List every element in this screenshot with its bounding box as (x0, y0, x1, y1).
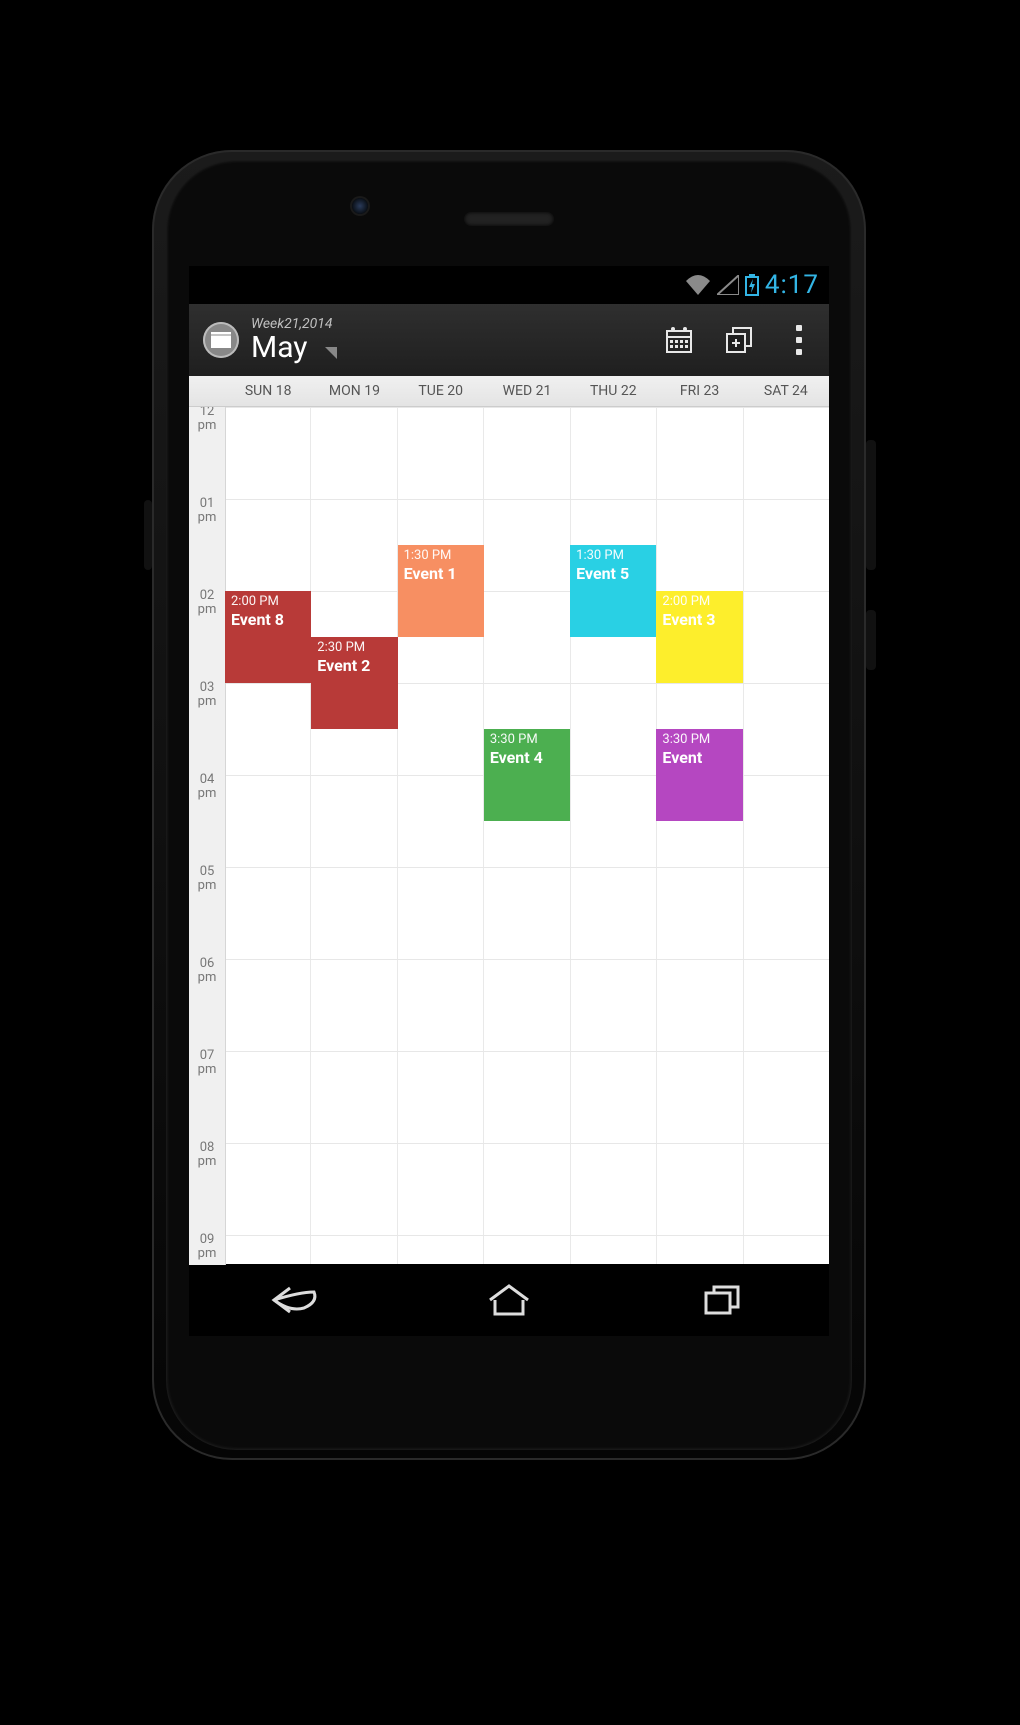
front-camera (352, 198, 368, 214)
event-title: Event 2 (317, 656, 370, 675)
day-header: THU 22 (570, 383, 656, 399)
view-title-dropdown[interactable]: Week21,2014 May (251, 317, 337, 363)
overflow-menu-button[interactable] (769, 304, 829, 376)
event-title: Event 1 (404, 564, 457, 583)
event-time: 3:30 PM (490, 733, 564, 747)
calendar-event[interactable]: 2:30 PMEvent 2 (311, 637, 397, 729)
status-clock: 4:17 (765, 270, 819, 300)
battery-icon (745, 274, 759, 296)
action-bar: Week21,2014 May (189, 304, 829, 376)
add-event-button[interactable] (709, 304, 769, 376)
earpiece-speaker (464, 212, 554, 226)
wifi-icon (685, 275, 711, 295)
app-icon[interactable] (203, 322, 239, 358)
event-title: Event (662, 748, 702, 767)
day-header: MON 19 (311, 383, 397, 399)
event-title: Event 4 (490, 748, 543, 767)
hour-label: 03pm (189, 681, 225, 708)
day-header: TUE 20 (398, 383, 484, 399)
phone-frame: 4:17 Week21,2014 May (152, 150, 866, 1460)
hour-label: 09pm (189, 1233, 225, 1260)
hour-label: 05pm (189, 865, 225, 892)
hour-gutter (189, 407, 226, 1265)
overflow-icon (796, 325, 802, 355)
event-time: 2:00 PM (231, 595, 305, 609)
hour-label: 08pm (189, 1141, 225, 1168)
event-time: 3:30 PM (662, 733, 736, 747)
dropdown-triangle-icon (325, 347, 337, 359)
system-nav-bar (189, 1264, 829, 1336)
event-time: 2:30 PM (317, 641, 391, 655)
hour-label: 07pm (189, 1049, 225, 1076)
day-header: WED 21 (484, 383, 570, 399)
hour-label: 06pm (189, 957, 225, 984)
month-title: May (251, 332, 307, 364)
home-button[interactable] (402, 1264, 615, 1336)
today-button[interactable] (649, 304, 709, 376)
event-title: Event 3 (662, 610, 715, 629)
event-time: 1:30 PM (404, 549, 478, 563)
event-time: 1:30 PM (576, 549, 650, 563)
calendar-event[interactable]: 3:30 PMEvent 4 (484, 729, 570, 821)
calendar-event[interactable]: 3:30 PMEvent (656, 729, 742, 821)
side-notch (144, 500, 152, 570)
day-header: FRI 23 (656, 383, 742, 399)
day-header: SAT 24 (743, 383, 829, 399)
volume-rocker (866, 440, 876, 570)
calendar-event[interactable]: 1:30 PMEvent 1 (398, 545, 484, 637)
recent-apps-button[interactable] (616, 1264, 829, 1336)
calendar-event[interactable]: 2:00 PMEvent 8 (225, 591, 311, 683)
day-header-row: SUN 18 MON 19 TUE 20 WED 21 THU 22 FRI 2… (189, 376, 829, 407)
calendar-event[interactable]: 2:00 PMEvent 3 (656, 591, 742, 683)
event-time: 2:00 PM (662, 595, 736, 609)
hour-label: 12pm (189, 407, 225, 432)
screen: 4:17 Week21,2014 May (189, 266, 829, 1336)
week-grid[interactable]: 12pm 01pm 02pm 03pm 04pm 05pm 06pm 07pm 08pm 09pm… (189, 407, 829, 1265)
day-header: SUN 18 (225, 383, 311, 399)
calendar-event[interactable]: 1:30 PMEvent 5 (570, 545, 656, 637)
event-title: Event 5 (576, 564, 629, 583)
hour-label: 02pm (189, 589, 225, 616)
events-layer: 2:00 PMEvent 82:30 PMEvent 21:30 PMEvent… (225, 407, 829, 1265)
hour-label: 04pm (189, 773, 225, 800)
event-title: Event 8 (231, 610, 284, 629)
signal-icon (717, 275, 739, 295)
back-button[interactable] (189, 1264, 402, 1336)
status-bar: 4:17 (189, 266, 829, 304)
power-button (866, 610, 876, 670)
hour-label: 01pm (189, 497, 225, 524)
